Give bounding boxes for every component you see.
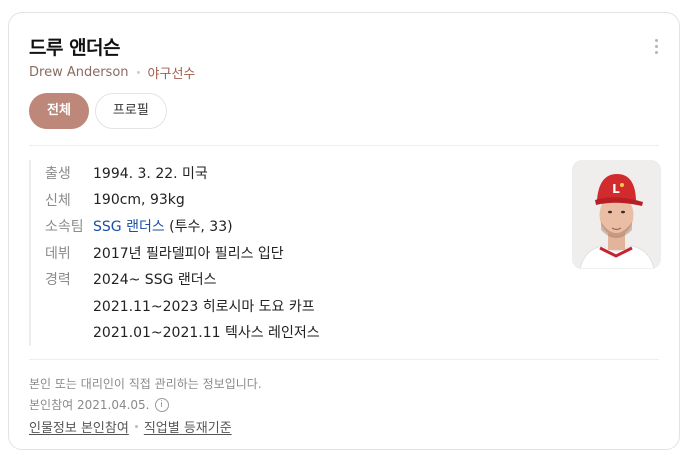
self-participation-link[interactable]: 인물정보 본인참여 (29, 417, 129, 436)
separator-dot (136, 71, 140, 74)
more-options-button[interactable] (651, 39, 661, 57)
info-label: 데뷔 (45, 245, 71, 262)
career-item: 2021.11~2023 히로시마 도요 카프 (93, 298, 315, 315)
profile-photo[interactable]: L (572, 160, 661, 269)
profile-info-list: 출생 1994. 3. 22. 미국 신체 190cm, 93kg 소속팀 SS… (29, 160, 549, 346)
info-label: 소속팀 (45, 219, 84, 236)
career-item: 2024~ SSG 랜더스 (93, 272, 217, 289)
career-item: 2021.01~2021.11 텍사스 레인저스 (93, 325, 320, 342)
info-label: 신체 (45, 192, 71, 209)
info-icon[interactable]: i (154, 397, 169, 412)
info-row-career: 경력 2024~ SSG 랜더스 (31, 266, 549, 293)
tab-all[interactable]: 전체 (29, 93, 89, 129)
footer-links: 인물정보 본인참여 직업별 등재기준 (29, 417, 232, 436)
info-value: 2017년 필라델피아 필리스 입단 (93, 245, 284, 262)
registration-line: 본인참여 2021.04.05. i (29, 396, 169, 413)
info-value: SSG 랜더스 (투수, 33) (93, 216, 233, 236)
info-label: 경력 (45, 272, 71, 289)
tab-bar: 전체 프로필 (29, 93, 167, 129)
occupation: 야구선수 (147, 67, 196, 82)
subtitle-line: Drew Anderson 야구선수 (29, 63, 195, 82)
info-value: 1994. 3. 22. 미국 (93, 166, 208, 183)
divider (29, 359, 659, 360)
team-link[interactable]: SSG 랜더스 (93, 219, 165, 235)
divider (29, 145, 659, 146)
person-info-card: 드루 앤더슨 Drew Anderson 야구선수 전체 프로필 출생 1994… (8, 12, 680, 450)
info-row-debut: 데뷔 2017년 필라델피아 필리스 입단 (31, 240, 549, 267)
info-row-birth: 출생 1994. 3. 22. 미국 (31, 160, 549, 187)
more-vertical-icon (654, 39, 658, 42)
info-row-body: 신체 190cm, 93kg (31, 187, 549, 214)
player-portrait-image: L (572, 160, 661, 269)
registration-date: 본인참여 2021.04.05. (29, 398, 150, 412)
info-row-team: 소속팀 SSG 랜더스 (투수, 33) (31, 213, 549, 240)
tab-profile[interactable]: 프로필 (94, 93, 167, 129)
info-row-career-cont: 2021.01~2021.11 텍사스 레인저스 (31, 319, 549, 346)
team-detail: (투수, 33) (169, 219, 233, 236)
svg-text:L: L (612, 182, 620, 196)
separator-dot (134, 425, 138, 428)
page-title: 드루 앤더슨 (29, 37, 121, 59)
english-name: Drew Anderson (29, 65, 129, 80)
info-row-career-cont: 2021.11~2023 히로시마 도요 카프 (31, 293, 549, 320)
info-label: 출생 (45, 166, 71, 183)
info-value: 190cm, 93kg (93, 191, 185, 208)
registration-criteria-link[interactable]: 직업별 등재기준 (144, 417, 232, 436)
managed-notice: 본인 또는 대리인이 직접 관리하는 정보입니다. (29, 377, 262, 391)
